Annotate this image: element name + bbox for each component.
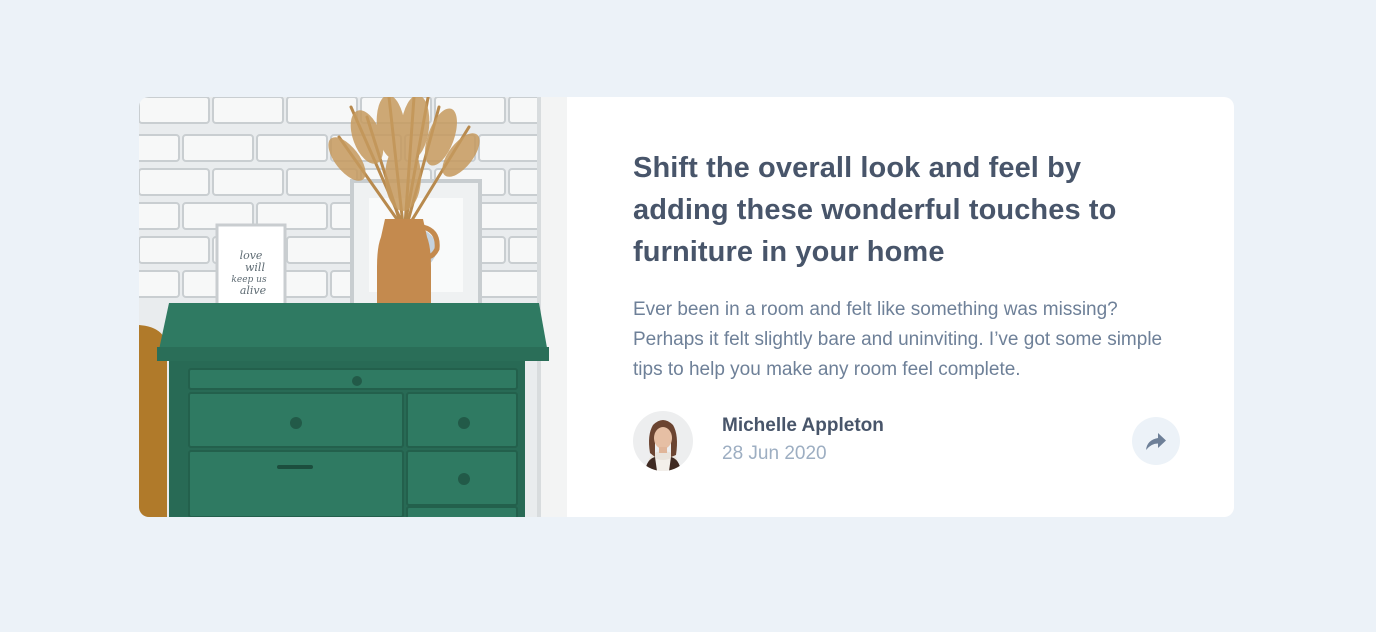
author-meta: Michelle Appleton 28 Jun 2020 — [722, 413, 884, 469]
author-name: Michelle Appleton — [722, 415, 884, 436]
avatar-illustration — [633, 411, 693, 471]
svg-text:will: will — [245, 261, 265, 274]
avatar — [633, 411, 693, 471]
article-content: Shift the overall look and feel by addin… — [567, 97, 1234, 517]
article-description: Ever been in a room and felt like someth… — [633, 299, 1163, 380]
post-date: 28 Jun 2020 — [722, 443, 827, 464]
article-card: love will keep us alive Shift the overal… — [139, 97, 1234, 517]
share-icon — [1146, 432, 1166, 450]
article-title: Shift the overall look and feel by addin… — [633, 152, 1117, 268]
drawers-illustration: love will keep us alive — [139, 97, 567, 517]
svg-text:alive: alive — [240, 284, 267, 297]
share-button[interactable] — [1132, 417, 1180, 465]
article-image: love will keep us alive — [139, 97, 567, 517]
author-block: Michelle Appleton 28 Jun 2020 — [633, 411, 884, 471]
